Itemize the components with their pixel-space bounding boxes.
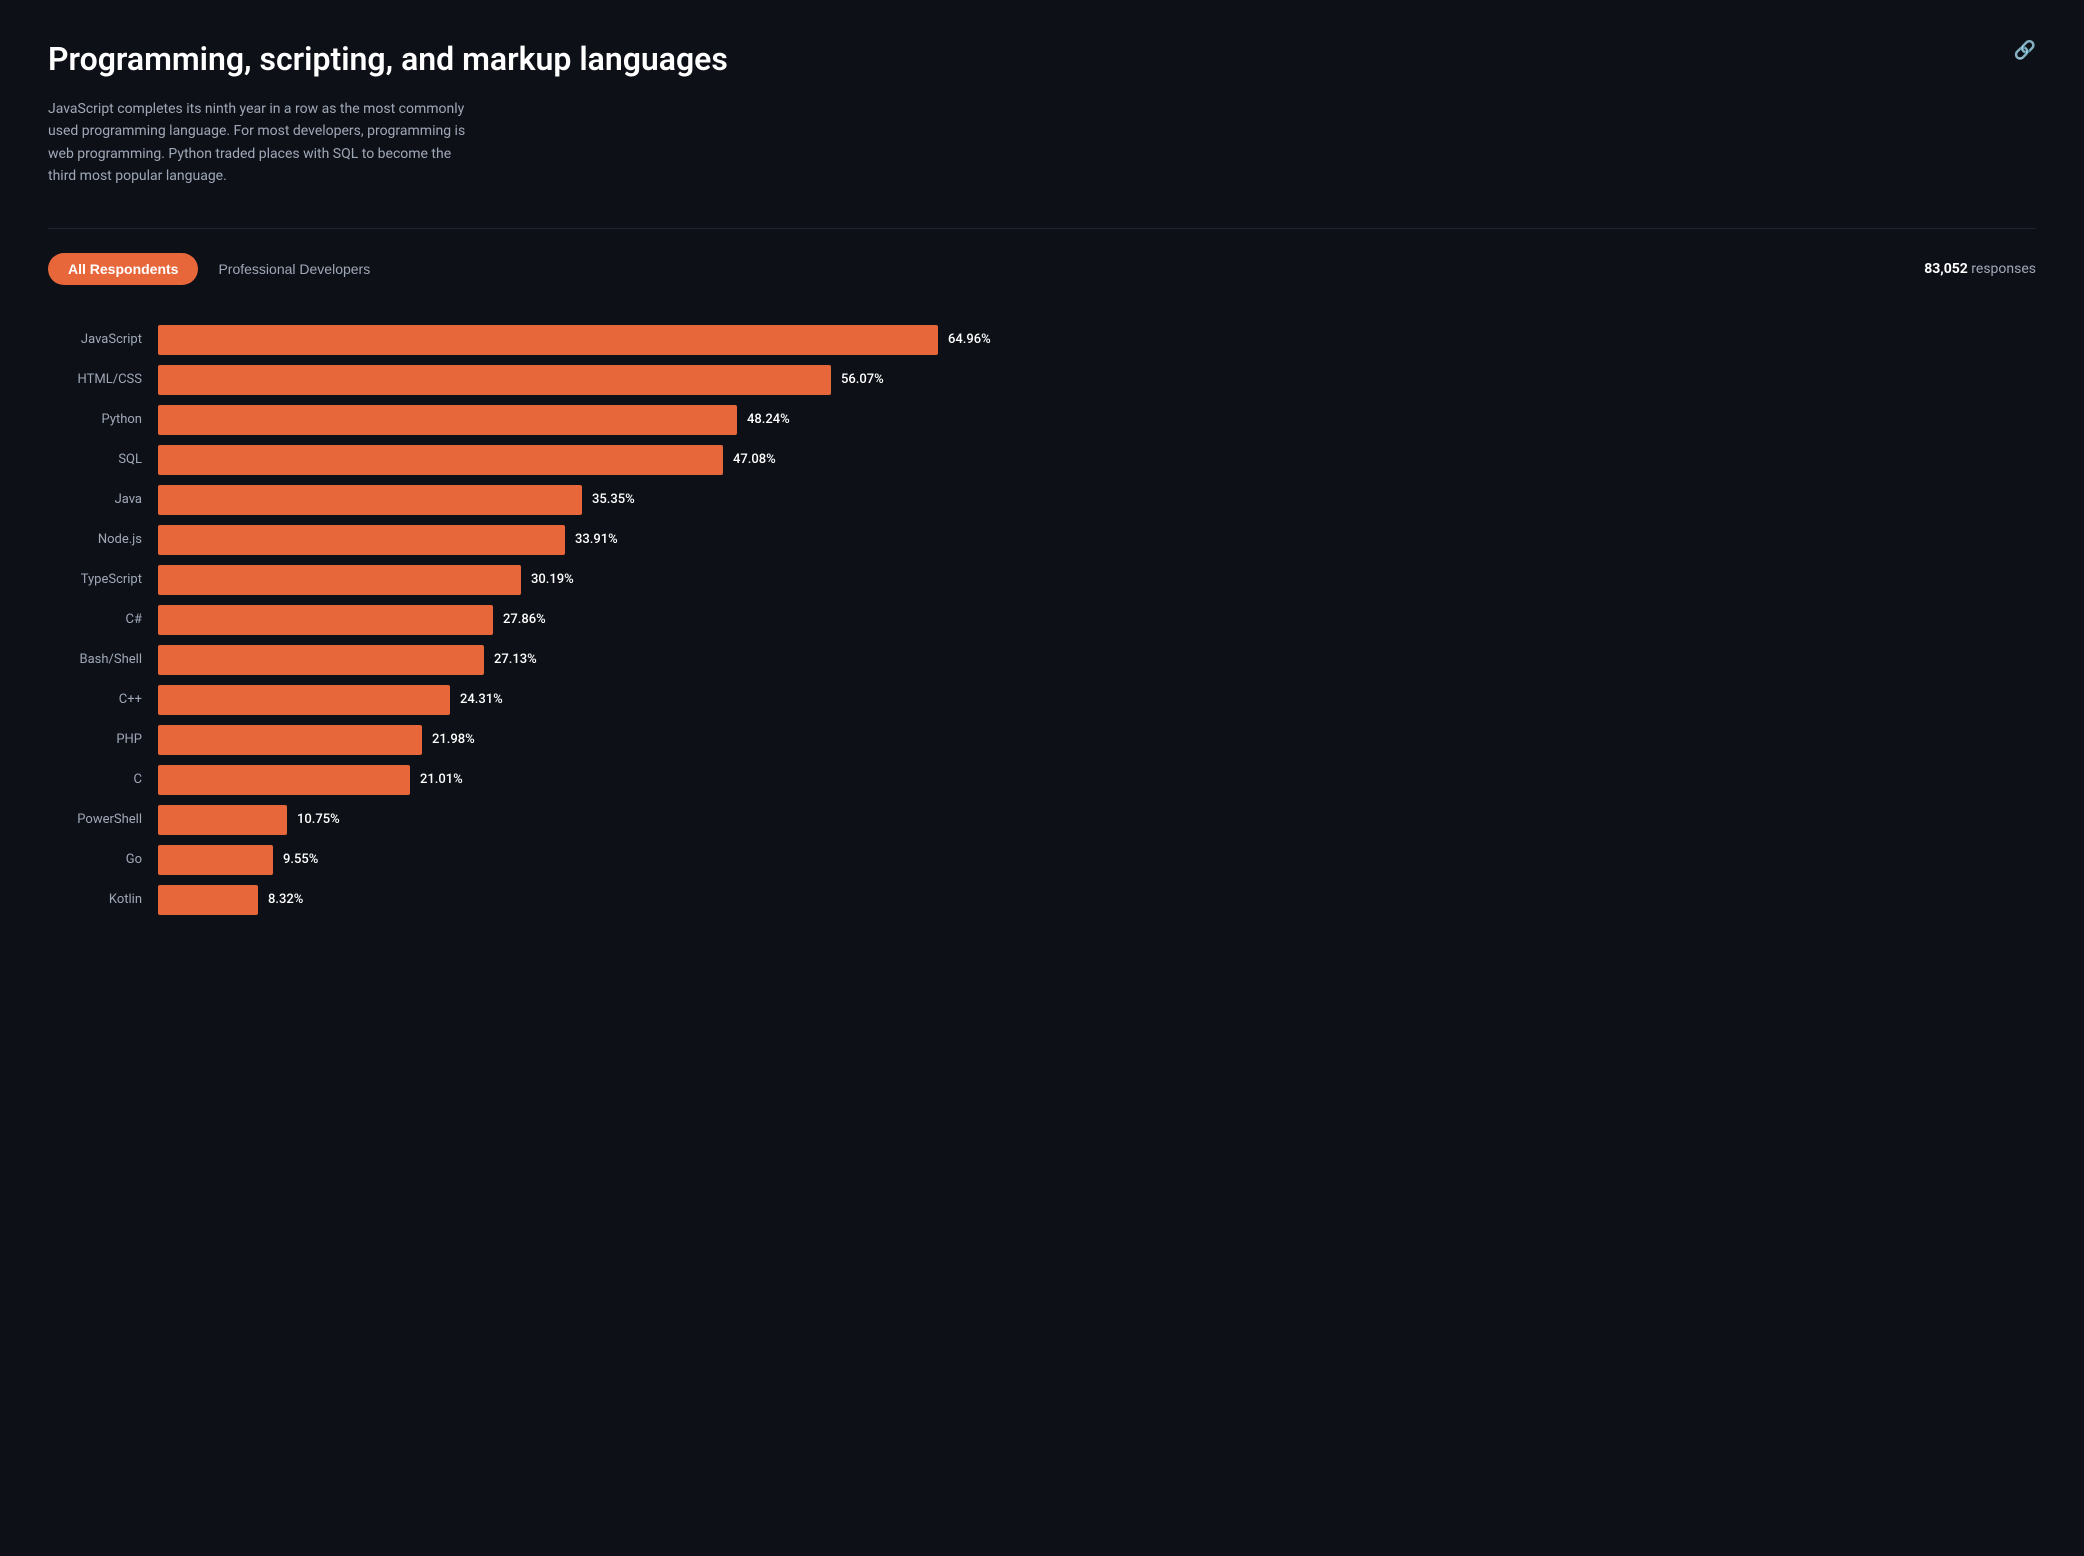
chart-row: Python 48.24% xyxy=(48,405,2036,435)
bar-fill xyxy=(158,765,410,795)
bar-percentage: 24.31% xyxy=(460,692,503,707)
bar-area: 9.55% xyxy=(158,845,2036,875)
bar-percentage: 35.35% xyxy=(592,492,635,507)
bar-area: 64.96% xyxy=(158,325,2036,355)
bar-fill xyxy=(158,565,521,595)
bar-fill xyxy=(158,885,258,915)
bar-label: Java xyxy=(48,492,158,507)
bar-percentage: 64.96% xyxy=(948,332,991,347)
bar-label: TypeScript xyxy=(48,572,158,587)
chart-row: PowerShell 10.75% xyxy=(48,805,2036,835)
bar-percentage: 56.07% xyxy=(841,372,884,387)
bar-area: 24.31% xyxy=(158,685,2036,715)
chart-row: JavaScript 64.96% xyxy=(48,325,2036,355)
bar-percentage: 27.86% xyxy=(503,612,546,627)
bar-label: SQL xyxy=(48,452,158,467)
bar-percentage: 47.08% xyxy=(733,452,776,467)
chart-row: C# 27.86% xyxy=(48,605,2036,635)
responses-count: 83,052 responses xyxy=(1924,261,2036,277)
divider xyxy=(48,228,2036,229)
bar-area: 27.13% xyxy=(158,645,2036,675)
bar-area: 35.35% xyxy=(158,485,2036,515)
tabs-row: All Respondents Professional Developers … xyxy=(48,253,2036,285)
bar-fill xyxy=(158,325,938,355)
bar-label: C# xyxy=(48,612,158,627)
bar-fill xyxy=(158,445,723,475)
bar-area: 47.08% xyxy=(158,445,2036,475)
bar-label: C++ xyxy=(48,692,158,707)
bar-label: Go xyxy=(48,852,158,867)
bar-area: 30.19% xyxy=(158,565,2036,595)
bar-fill xyxy=(158,805,287,835)
bar-area: 10.75% xyxy=(158,805,2036,835)
bar-area: 56.07% xyxy=(158,365,2036,395)
bar-label: PHP xyxy=(48,732,158,747)
chart-row: HTML/CSS 56.07% xyxy=(48,365,2036,395)
bar-fill xyxy=(158,365,831,395)
bar-area: 21.01% xyxy=(158,765,2036,795)
bar-percentage: 27.13% xyxy=(494,652,537,667)
bar-percentage: 21.01% xyxy=(420,772,463,787)
bar-label: C xyxy=(48,772,158,787)
page-title: Programming, scripting, and markup langu… xyxy=(48,40,2036,78)
tab-all-respondents[interactable]: All Respondents xyxy=(48,253,198,285)
bar-fill xyxy=(158,845,273,875)
bar-fill xyxy=(158,485,582,515)
chart-row: SQL 47.08% xyxy=(48,445,2036,475)
bar-percentage: 21.98% xyxy=(432,732,475,747)
bar-label: Python xyxy=(48,412,158,427)
bar-fill xyxy=(158,685,450,715)
bar-area: 27.86% xyxy=(158,605,2036,635)
bar-fill xyxy=(158,405,737,435)
chart-row: PHP 21.98% xyxy=(48,725,2036,755)
bar-area: 21.98% xyxy=(158,725,2036,755)
chart-row: Kotlin 8.32% xyxy=(48,885,2036,915)
chart-row: Java 35.35% xyxy=(48,485,2036,515)
bar-fill xyxy=(158,525,565,555)
bar-percentage: 33.91% xyxy=(575,532,618,547)
bar-percentage: 10.75% xyxy=(297,812,340,827)
bar-percentage: 8.32% xyxy=(268,892,303,907)
tabs-group: All Respondents Professional Developers xyxy=(48,253,374,285)
bar-area: 48.24% xyxy=(158,405,2036,435)
description: JavaScript completes its ninth year in a… xyxy=(48,98,468,188)
chart-row: C++ 24.31% xyxy=(48,685,2036,715)
chart-row: Bash/Shell 27.13% xyxy=(48,645,2036,675)
bar-percentage: 9.55% xyxy=(283,852,318,867)
bar-label: Kotlin xyxy=(48,892,158,907)
bar-percentage: 48.24% xyxy=(747,412,790,427)
bar-fill xyxy=(158,645,484,675)
chart-row: C 21.01% xyxy=(48,765,2036,795)
chart-row: TypeScript 30.19% xyxy=(48,565,2036,595)
link-icon-top[interactable]: 🔗 xyxy=(2014,40,2036,61)
tab-professional-developers[interactable]: Professional Developers xyxy=(214,253,374,285)
chart-row: Node.js 33.91% xyxy=(48,525,2036,555)
bar-label: HTML/CSS xyxy=(48,372,158,387)
bar-label: Bash/Shell xyxy=(48,652,158,667)
responses-number: 83,052 xyxy=(1924,261,1968,277)
bar-percentage: 30.19% xyxy=(531,572,574,587)
bar-fill xyxy=(158,725,422,755)
responses-label: responses xyxy=(1971,261,2036,277)
bar-area: 33.91% xyxy=(158,525,2036,555)
chart-row: Go 9.55% xyxy=(48,845,2036,875)
bar-label: PowerShell xyxy=(48,812,158,827)
bar-area: 8.32% xyxy=(158,885,2036,915)
chart-container: JavaScript 64.96% HTML/CSS 56.07% Python 48.2… xyxy=(48,325,2036,915)
bar-label: Node.js xyxy=(48,532,158,547)
bar-fill xyxy=(158,605,493,635)
bar-label: JavaScript xyxy=(48,332,158,347)
